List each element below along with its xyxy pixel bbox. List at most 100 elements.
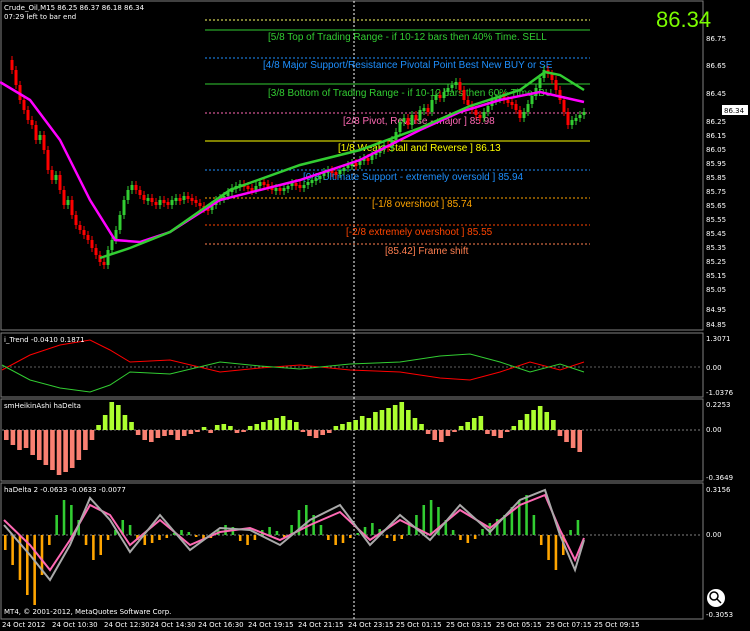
- hadelta-bar: [4, 535, 7, 550]
- heikin-bar: [425, 430, 431, 434]
- hadelta-bar: [407, 525, 411, 535]
- candle-body: [446, 88, 450, 92]
- heikin-bar: [10, 430, 16, 445]
- heikin-bar: [201, 427, 207, 430]
- heikin-bar: [280, 416, 286, 430]
- heikin-bar: [69, 430, 75, 468]
- price-tick: 85.75: [706, 188, 726, 196]
- hadelta-bar: [48, 535, 51, 545]
- candle-body: [50, 170, 54, 180]
- heikin-bar: [241, 430, 246, 432]
- heikin-bar: [155, 430, 161, 438]
- heikin-bar: [23, 430, 29, 448]
- candle-body: [558, 90, 562, 100]
- heikin-bar: [109, 402, 115, 430]
- candle-body: [538, 78, 542, 88]
- candle-body: [262, 182, 266, 185]
- candle-body: [14, 70, 18, 85]
- candle-body: [366, 158, 370, 161]
- itrend-tick-zero: 0.00: [706, 364, 722, 372]
- trading-chart[interactable]: [5/8 Top of Trading Range - if 10-12 bar…: [0, 0, 750, 631]
- candle-body: [486, 106, 490, 112]
- heikin-bar: [63, 430, 68, 472]
- candle-body: [514, 104, 518, 110]
- heikin-bar: [56, 430, 62, 475]
- heikin-bar: [504, 430, 510, 432]
- candle-body: [298, 185, 302, 188]
- candle-body: [510, 102, 514, 105]
- heikin-bar: [36, 430, 42, 460]
- heikin-histogram: [2, 402, 702, 475]
- symbol-line: Crude_Oil,M15 86.25 86.37 86.18 86.34: [4, 4, 145, 12]
- murray-label: [-2/8 extremely overshoot ] 85.55: [346, 227, 493, 238]
- candle-body: [38, 135, 42, 140]
- hadelta-bar: [99, 535, 103, 555]
- heikin-bar: [221, 424, 227, 430]
- heikin-bar: [366, 418, 372, 430]
- candle-body: [398, 122, 402, 132]
- candle-body: [102, 262, 106, 265]
- hadelta-bar: [180, 530, 183, 535]
- heikin-bar: [452, 430, 457, 432]
- hadelta-bar: [224, 525, 227, 535]
- heikin-bar: [168, 430, 174, 435]
- zoom-icon[interactable]: [707, 589, 725, 607]
- hadelta-bar: [327, 535, 330, 540]
- hadelta-bar: [268, 527, 271, 535]
- candle-body: [34, 125, 38, 140]
- hadelta-bar: [371, 523, 374, 535]
- murray-label: [4/8 Major Support/Resistance Pivotal Po…: [263, 60, 553, 71]
- hadelta-bar: [576, 520, 580, 535]
- heikin-bar: [96, 425, 101, 430]
- candle-body: [178, 198, 182, 201]
- candle-body: [78, 225, 82, 230]
- candle-body: [86, 235, 90, 240]
- heikin-bar: [478, 416, 484, 430]
- heikin-bar: [386, 408, 391, 430]
- ma-magenta: [0, 80, 585, 244]
- heikin-bar: [300, 430, 306, 432]
- heikin-bar: [287, 420, 293, 430]
- heikin-bar: [570, 430, 576, 448]
- candle-body: [582, 112, 586, 115]
- heikin-bar: [294, 422, 299, 430]
- candle-body: [434, 95, 438, 100]
- heikin-bar: [17, 430, 22, 450]
- copyright: MT4, © 2001-2012, MetaQuotes Software Co…: [4, 608, 171, 616]
- hadelta-bar: [481, 529, 484, 535]
- price-tick: 85.05: [706, 286, 726, 294]
- price-tick: 85.95: [706, 160, 726, 168]
- hadelta-bar: [539, 535, 543, 545]
- heikin-bar: [228, 426, 233, 430]
- candle-body: [118, 215, 122, 230]
- hadelta-bar: [466, 535, 470, 543]
- candle-body: [190, 198, 194, 201]
- heikin-bar: [537, 406, 543, 430]
- candle-body: [138, 190, 142, 195]
- time-tick: 24 Oct 21:15: [298, 621, 344, 629]
- candle-body: [278, 188, 282, 191]
- heikin-bar: [4, 430, 9, 440]
- candle-body: [22, 100, 26, 110]
- heikin-bar: [208, 430, 213, 433]
- candle-body: [406, 118, 410, 125]
- heikin-bar: [149, 430, 154, 442]
- price-tick: 85.85: [706, 174, 726, 182]
- hadelta-bar: [165, 535, 169, 538]
- itrend-label: i_Trend -0.0410 0.1871: [4, 336, 85, 344]
- itrend-panel-frame: [0, 332, 704, 398]
- heikin-bar: [531, 410, 536, 430]
- hadelta-bar: [547, 535, 550, 560]
- heikin-bar: [359, 416, 365, 430]
- time-tick: 25 Oct 03:15: [446, 621, 492, 629]
- candle-body: [478, 115, 482, 118]
- hadelta-bar: [415, 515, 418, 535]
- heikin-bar: [551, 420, 556, 430]
- hadelta-bar: [385, 535, 389, 538]
- candle-body: [418, 110, 422, 120]
- candle-body: [166, 202, 170, 205]
- timer-line: 07:29 left to bar end: [4, 13, 76, 21]
- candle-body: [338, 170, 342, 174]
- hadelta-bar: [253, 535, 257, 540]
- candle-body: [142, 195, 146, 200]
